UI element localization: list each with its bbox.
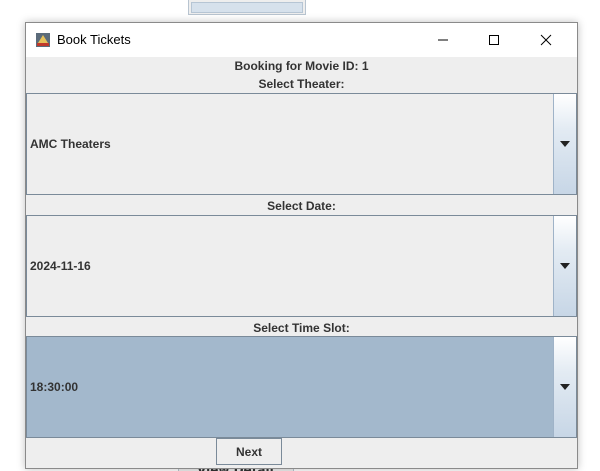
maximize-button[interactable] [471, 23, 517, 57]
close-button[interactable] [523, 23, 569, 57]
time-slot-label: Select Time Slot: [253, 321, 350, 335]
date-dropdown[interactable]: 2024-11-16 [26, 215, 577, 317]
theater-selected-value: AMC Theaters [30, 137, 111, 151]
minimize-button[interactable] [420, 23, 466, 57]
minimize-icon [438, 39, 448, 41]
background-window-button [188, 0, 306, 15]
theater-label: Select Theater: [258, 77, 345, 91]
chevron-down-icon [560, 384, 570, 390]
date-label: Select Date: [267, 199, 336, 213]
booking-form: Booking for Movie ID: 1 Select Theater: … [26, 57, 577, 468]
title-bar[interactable]: Book Tickets [26, 23, 577, 57]
date-dropdown-toggle[interactable] [553, 216, 576, 316]
next-button[interactable]: Next [216, 438, 282, 465]
date-selected-value: 2024-11-16 [30, 259, 91, 273]
chevron-down-icon [560, 141, 570, 147]
window-title: Book Tickets [57, 32, 131, 47]
close-icon [540, 34, 552, 46]
time-slot-selected-value: 18:30:00 [30, 380, 79, 394]
time-slot-dropdown[interactable]: 18:30:00 [26, 336, 577, 438]
java-app-icon [35, 32, 51, 48]
booking-header: Booking for Movie ID: 1 [234, 59, 369, 73]
theater-dropdown[interactable]: AMC Theaters [26, 93, 577, 195]
time-slot-field[interactable] [27, 337, 553, 437]
time-slot-dropdown-toggle[interactable] [553, 337, 576, 437]
theater-dropdown-toggle[interactable] [553, 94, 576, 194]
chevron-down-icon [560, 263, 570, 269]
maximize-icon [489, 35, 499, 45]
book-tickets-window: Book Tickets Booking for Movie ID: 1 Sel… [25, 22, 578, 469]
